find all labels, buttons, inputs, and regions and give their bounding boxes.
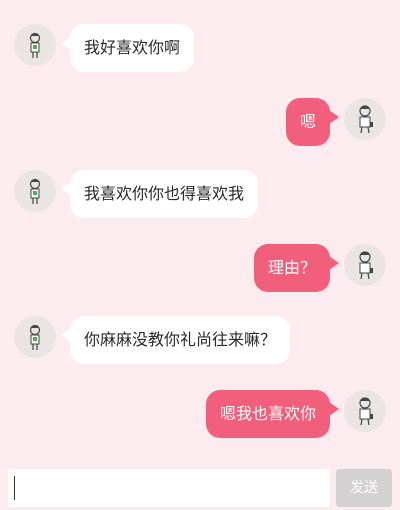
message-bubble-incoming[interactable]: 你麻麻没教你礼尚往来嘛？ (60, 316, 291, 364)
message-bubble-outgoing[interactable]: 嗯 (285, 98, 340, 146)
user-avatar-icon[interactable] (344, 98, 386, 140)
send-button[interactable]: 发送 (336, 469, 392, 507)
message-input-bar: 发送 (0, 462, 400, 510)
user-avatar-icon[interactable] (344, 390, 386, 432)
user-avatar-icon[interactable] (344, 244, 386, 286)
contact-avatar-icon[interactable] (14, 316, 56, 358)
message-bubble-outgoing[interactable]: 嗯我也喜欢你 (205, 390, 340, 438)
contact-avatar-icon[interactable] (14, 170, 56, 212)
chat-window: 我好喜欢你啊 嗯 我喜欢你你也得喜欢我 理由？ 你麻麻没教你礼尚往来嘛？ 嗯我也… (0, 0, 400, 510)
contact-avatar-icon[interactable] (14, 24, 56, 66)
message-bubble-incoming[interactable]: 我好喜欢你啊 (60, 24, 195, 72)
message-input[interactable] (8, 469, 330, 507)
message-bubble-incoming[interactable]: 我喜欢你你也得喜欢我 (60, 170, 259, 218)
message-bubble-outgoing[interactable]: 理由？ (253, 244, 340, 292)
text-cursor (14, 476, 15, 500)
